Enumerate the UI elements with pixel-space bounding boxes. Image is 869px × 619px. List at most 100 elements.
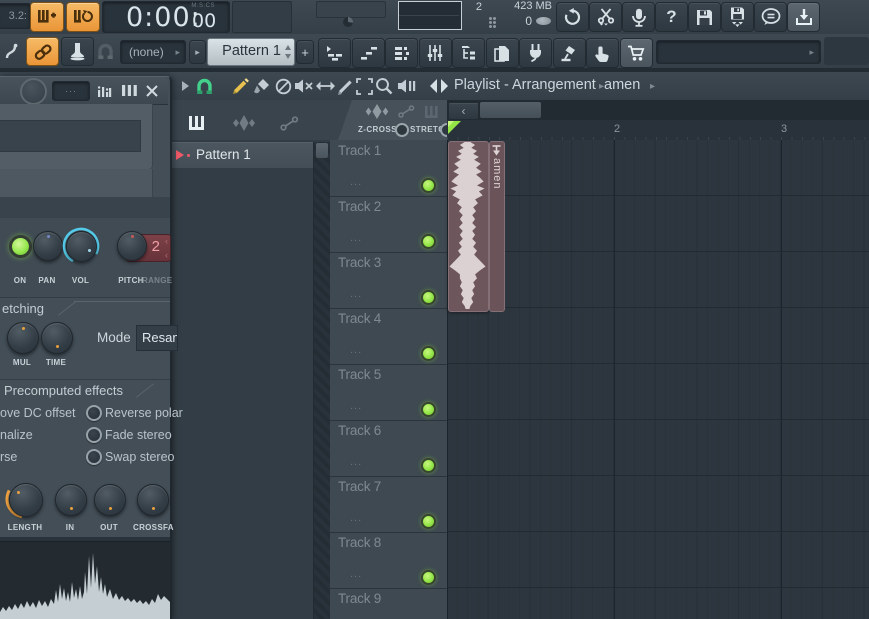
track-options[interactable]: ...: [350, 232, 362, 244]
track-enable-led[interactable]: [421, 290, 436, 305]
link-target-dropdown[interactable]: (none) ▸: [120, 40, 186, 64]
picker-automation-tab-icon[interactable]: [280, 116, 299, 131]
clone-pattern-button[interactable]: [66, 2, 100, 32]
track-enable-led[interactable]: [421, 514, 436, 529]
track-row-header[interactable]: Track 8...: [330, 532, 447, 589]
in-knob[interactable]: [55, 484, 87, 516]
audio-clip-waveform[interactable]: [448, 141, 489, 312]
track-name[interactable]: Track 4: [338, 311, 381, 326]
length-knob[interactable]: [9, 483, 43, 517]
track-row-header[interactable]: Track 5...: [330, 364, 447, 421]
pattern-menu-button[interactable]: ▸: [189, 40, 206, 64]
piano-roll-toggle-button[interactable]: [351, 38, 385, 68]
help-button[interactable]: ?: [655, 2, 688, 32]
track-name[interactable]: Track 3: [338, 255, 381, 270]
track-row-header[interactable]: Track 1...: [330, 140, 447, 197]
track-options[interactable]: ...: [350, 568, 362, 580]
track-options[interactable]: ...: [350, 288, 362, 300]
channel-enable-led[interactable]: [9, 235, 32, 258]
swap-stereo-option[interactable]: Swap stereo: [105, 450, 174, 464]
export-button[interactable]: [787, 2, 820, 32]
track-enable-led[interactable]: [421, 234, 436, 249]
save-new-version-button[interactable]: [721, 2, 754, 32]
pitch-knob[interactable]: [117, 231, 147, 261]
picker-scrollbar[interactable]: [313, 142, 331, 619]
slip-tool-icon[interactable]: [316, 80, 335, 92]
playback-tool-icon[interactable]: [397, 78, 417, 94]
audio-clip-name-bar[interactable]: amen: [489, 141, 505, 312]
track-options[interactable]: ...: [350, 176, 362, 188]
track-enable-led[interactable]: [421, 402, 436, 417]
normalize-option[interactable]: nalize: [0, 428, 33, 442]
new-pattern-button[interactable]: +: [296, 40, 314, 64]
spinner-up-icon[interactable]: [285, 45, 291, 50]
mixer-toggle-button[interactable]: [418, 38, 452, 68]
track-name[interactable]: Track 7: [338, 479, 381, 494]
sample-name-field[interactable]: [0, 120, 141, 152]
range-stepper-up[interactable]: ‹: [165, 236, 168, 246]
fade-stereo-toggle[interactable]: [86, 427, 102, 443]
undo-button[interactable]: [556, 2, 589, 32]
channel-display[interactable]: ···: [52, 81, 90, 101]
picker-audio-tab-icon[interactable]: [232, 115, 256, 131]
select-tool-icon[interactable]: [356, 78, 373, 95]
zoom-tool-icon[interactable]: [375, 77, 393, 95]
track-row-header[interactable]: Track 7...: [330, 476, 447, 533]
pan-knob[interactable]: [33, 231, 63, 261]
clip-automation-icon[interactable]: [398, 105, 415, 118]
reverse-polarity-option[interactable]: Reverse polar: [105, 406, 183, 420]
clip-audio-icon[interactable]: [364, 104, 390, 119]
plugin-database-button[interactable]: [485, 38, 519, 68]
track-enable-led[interactable]: [421, 178, 436, 193]
sample-waveform-preview[interactable]: [0, 541, 170, 619]
draw-tool-icon[interactable]: [232, 78, 250, 95]
track-name[interactable]: Track 6: [338, 423, 381, 438]
hint-dropdown[interactable]: ▸: [656, 40, 821, 64]
time-display[interactable]: M:S:CS 0:00: 00: [102, 1, 230, 33]
picker-scrollbar-thumb[interactable]: [316, 143, 328, 158]
clip-menu-icon[interactable]: [492, 145, 501, 156]
pattern-list-item[interactable]: Pattern 1: [170, 142, 313, 169]
stretch-mode-dropdown[interactable]: Resampl: [136, 325, 178, 351]
channel-rack-toggle-button[interactable]: [385, 38, 418, 68]
vol-knob[interactable]: [66, 231, 97, 262]
track-options[interactable]: ...: [350, 344, 362, 356]
track-enable-led[interactable]: [421, 346, 436, 361]
mul-knob[interactable]: [7, 322, 39, 354]
keyboard-view-icon[interactable]: [122, 85, 137, 96]
track-row-header[interactable]: Track 3...: [330, 252, 447, 309]
delete-tool-icon[interactable]: [275, 78, 292, 95]
scrollbar-thumb[interactable]: [480, 102, 541, 118]
paint-tool-icon[interactable]: [253, 78, 271, 95]
swap-stereo-toggle[interactable]: [86, 449, 102, 465]
crossfade-knob[interactable]: [137, 484, 169, 516]
feedback-button[interactable]: [754, 2, 787, 32]
track-row-header[interactable]: Track 2...: [330, 196, 447, 253]
reverse-polarity-toggle[interactable]: [86, 405, 102, 421]
track-name[interactable]: Track 2: [338, 199, 381, 214]
typing-keyboard-icon[interactable]: [4, 43, 22, 60]
playlist-snap-magnet-icon[interactable]: [195, 78, 214, 95]
track-row-header[interactable]: Track 6...: [330, 420, 447, 477]
remove-dc-offset-option[interactable]: ove DC offset: [0, 406, 76, 420]
track-row-header[interactable]: Track 4...: [330, 308, 447, 365]
fade-stereo-option[interactable]: Fade stereo: [105, 428, 172, 442]
track-row-header[interactable]: Track 9...: [330, 588, 447, 619]
spinner-down-icon[interactable]: [285, 54, 291, 59]
zcross-toggle[interactable]: [395, 123, 409, 137]
playlist-title[interactable]: Playlist - Arrangement: [454, 77, 596, 93]
track-name[interactable]: Track 8: [338, 535, 381, 550]
mute-tool-icon[interactable]: [294, 78, 314, 94]
channel-volume-knob[interactable]: [20, 78, 47, 105]
audio-clip[interactable]: amen: [448, 141, 505, 312]
picker-patterns-tab-icon[interactable]: [188, 115, 206, 131]
track-options[interactable]: ...: [350, 400, 362, 412]
scroll-left-button[interactable]: ‹: [448, 102, 479, 120]
range-stepper-down[interactable]: ‹: [165, 250, 168, 260]
playlist-selection[interactable]: amen: [604, 77, 640, 93]
reverse-option[interactable]: rse: [0, 450, 17, 464]
track-options[interactable]: ...: [350, 512, 362, 524]
browser-toggle-button[interactable]: [452, 38, 485, 68]
playback-marker-flag[interactable]: [448, 121, 462, 135]
track-enable-led[interactable]: [421, 570, 436, 585]
